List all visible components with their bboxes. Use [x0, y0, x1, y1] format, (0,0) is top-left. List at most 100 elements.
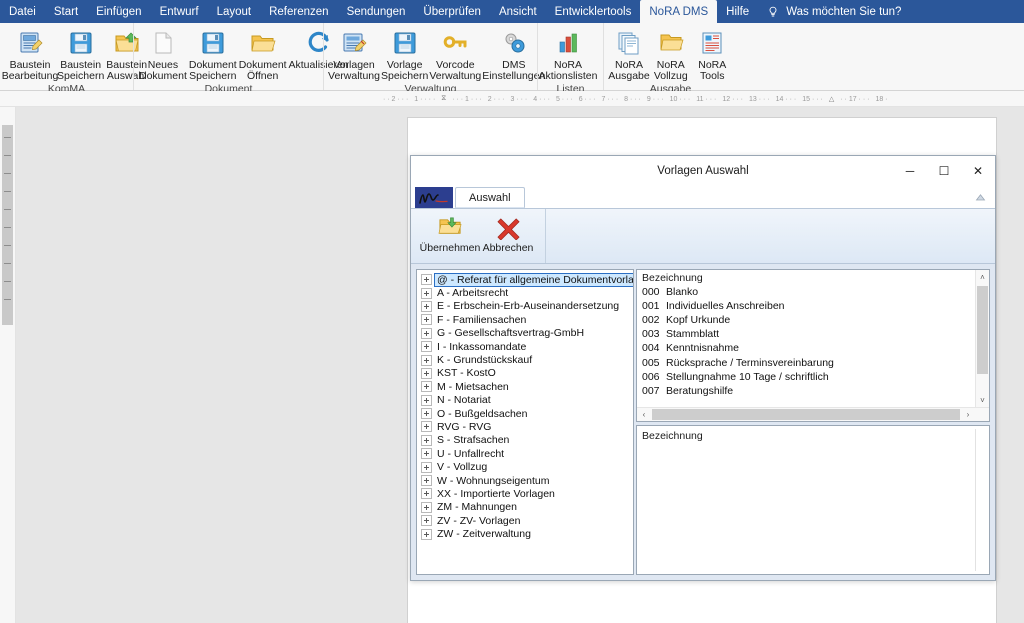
uebernehmen-button[interactable]: Übernehmen	[420, 213, 480, 254]
scroll-left-icon[interactable]: ‹	[637, 410, 651, 419]
expand-icon[interactable]	[421, 501, 432, 513]
menu-tab-hilfe[interactable]: Hilfe	[717, 0, 758, 23]
menu-tab-entwicklertools[interactable]: Entwicklertools	[546, 0, 641, 23]
ribbon-button-dokument-oeffnen[interactable]: Dokument Öffnen	[238, 26, 288, 82]
list-item[interactable]: 001 Individuelles Anschreiben	[637, 299, 989, 313]
list-item[interactable]: 000 Blanko	[637, 285, 989, 299]
template-detail-panel[interactable]: Bezeichnung	[636, 425, 990, 575]
expand-icon[interactable]	[421, 461, 432, 473]
template-category-tree[interactable]: @ - Referat für allgemeine Dokumentvorla…	[416, 269, 634, 575]
menu-tab-ueberpruefen[interactable]: Überprüfen	[414, 0, 490, 23]
expand-icon[interactable]	[421, 300, 432, 312]
list-item[interactable]: 004 Kenntnisnahme	[637, 341, 989, 355]
expand-icon[interactable]	[421, 421, 432, 433]
list-column-header[interactable]: Bezeichnung	[637, 270, 989, 285]
list-item[interactable]: 006 Stellungnahme 10 Tage / schriftlich	[637, 370, 989, 384]
vertical-ruler[interactable]	[0, 107, 16, 623]
tree-node[interactable]: M - Mietsachen	[421, 380, 633, 393]
tell-me-box[interactable]: Was möchten Sie tun?	[758, 0, 910, 23]
ribbon-button-nora-aktionslisten[interactable]: NoRA Aktionslisten	[539, 26, 597, 82]
expand-icon[interactable]	[421, 327, 432, 339]
expand-icon[interactable]	[421, 434, 432, 446]
tree-node[interactable]: W - Wohnungseigentum	[421, 474, 633, 487]
horizontal-ruler[interactable]: · · 2 · · · 1 · · · · ⧖ · · · 1 · · · 2 …	[0, 91, 1024, 107]
ribbon-button-vorlage-speichern[interactable]: Vorlage Speichern	[380, 26, 429, 82]
ribbon-button-dokument-speichern[interactable]: Dokument Speichern	[188, 26, 238, 82]
ribbon-button-nora-ausgabe[interactable]: NoRA Ausgabe	[608, 26, 650, 82]
tree-node[interactable]: K - Grundstückskauf	[421, 353, 633, 366]
tree-node[interactable]: F - Familiensachen	[421, 313, 633, 326]
ribbon-button-baustein-bearbeitung[interactable]: Baustein Bearbeitung	[2, 26, 58, 82]
tree-node[interactable]: ZM - Mahnungen	[421, 501, 633, 514]
menu-tab-entwurf[interactable]: Entwurf	[151, 0, 208, 23]
menu-tab-referenzen[interactable]: Referenzen	[260, 0, 337, 23]
ribbon-button-vorcode-verwaltung[interactable]: Vorcode Verwaltung	[429, 26, 481, 82]
tree-node[interactable]: A - Arbeitsrecht	[421, 286, 633, 299]
tree-node[interactable]: N - Notariat	[421, 394, 633, 407]
list-item[interactable]: 002 Kopf Urkunde	[637, 313, 989, 327]
expand-icon[interactable]	[421, 367, 432, 379]
scroll-down-icon[interactable]: ˅	[976, 393, 989, 407]
tree-node[interactable]: KST - KostO	[421, 367, 633, 380]
expand-icon[interactable]	[421, 274, 432, 286]
ribbon-button-vorlagen-verwaltung[interactable]: Vorlagen Verwaltung	[328, 26, 380, 82]
detail-column-header[interactable]: Bezeichnung	[637, 426, 989, 442]
tree-node[interactable]: @ - Referat für allgemeine Dokumentvorla…	[421, 272, 633, 287]
menu-tab-datei[interactable]: Datei	[0, 0, 45, 23]
tree-node[interactable]: G - Gesellschaftsvertrag-GmbH	[421, 327, 633, 340]
ruler-tick: 2 · · ·	[487, 95, 505, 103]
expand-icon[interactable]	[421, 448, 432, 460]
ruler-tick: 14 · · ·	[775, 95, 797, 103]
right-indent-marker-icon[interactable]: △	[826, 95, 837, 103]
tree-node[interactable]: V - Vollzug	[421, 460, 633, 473]
expand-icon[interactable]	[421, 515, 432, 527]
abbrechen-button[interactable]: Abbrechen	[479, 213, 537, 254]
horizontal-scroll-thumb[interactable]	[652, 409, 960, 420]
ribbon-button-nora-vollzug[interactable]: NoRA Vollzug	[650, 26, 692, 82]
list-horizontal-scrollbar[interactable]: ‹ ›	[637, 407, 989, 421]
ribbon-button-neues-dokument[interactable]: Neues Dokument	[138, 26, 188, 82]
tree-node[interactable]: S - Strafsachen	[421, 434, 633, 447]
expand-icon[interactable]	[421, 488, 432, 500]
menu-tab-einfuegen[interactable]: Einfügen	[87, 0, 150, 23]
ribbon-button-nora-tools[interactable]: NoRA Tools	[692, 26, 734, 82]
expand-icon[interactable]	[421, 528, 432, 540]
vertical-scroll-thumb[interactable]	[977, 286, 988, 374]
list-vertical-scrollbar[interactable]: ˄ ˅	[975, 270, 989, 407]
expand-icon[interactable]	[421, 475, 432, 487]
tree-node[interactable]: E - Erbschein-Erb-Auseinandersetzung	[421, 300, 633, 313]
menu-tab-start[interactable]: Start	[45, 0, 87, 23]
list-item[interactable]: 007 Beratungshilfe	[637, 384, 989, 398]
tree-node[interactable]: ZW - Zeitverwaltung	[421, 527, 633, 540]
list-item[interactable]: 005 Rücksprache / Terminsvereinbarung	[637, 355, 989, 369]
expand-icon[interactable]	[421, 394, 432, 406]
scroll-right-icon[interactable]: ›	[961, 410, 975, 419]
dialog-title-bar[interactable]: Vorlagen Auswahl ─ ☐ ✕	[411, 156, 995, 186]
scroll-up-icon[interactable]: ˄	[976, 270, 989, 284]
tree-node[interactable]: ZV - ZV- Vorlagen	[421, 514, 633, 527]
indent-marker-icon[interactable]: ⧖	[438, 95, 449, 103]
menu-tab-sendungen[interactable]: Sendungen	[338, 0, 415, 23]
expand-icon[interactable]	[421, 314, 432, 326]
tree-node[interactable]: I - Inkassomandate	[421, 340, 633, 353]
template-list[interactable]: Bezeichnung 000 Blanko 001 Individuelles A…	[636, 269, 990, 422]
menu-tab-nora-dms[interactable]: NoRA DMS	[640, 0, 718, 23]
expand-icon[interactable]	[421, 408, 432, 420]
list-item-number: 000	[642, 286, 660, 299]
tree-node[interactable]: XX - Importierte Vorlagen	[421, 487, 633, 500]
tree-node[interactable]: O - Bußgeldsachen	[421, 407, 633, 420]
list-item[interactable]: 003 Stammblatt	[637, 327, 989, 341]
tree-node[interactable]: U - Unfallrecht	[421, 447, 633, 460]
tree-node[interactable]: RVG - RVG	[421, 420, 633, 433]
list-item-number: 005	[642, 356, 660, 369]
expand-icon[interactable]	[421, 341, 432, 353]
menu-tab-ansicht[interactable]: Ansicht	[490, 0, 546, 23]
tab-auswahl[interactable]: Auswahl	[455, 187, 525, 208]
ribbon-button-baustein-speichern[interactable]: Baustein Speichern	[56, 26, 105, 82]
menu-tab-layout[interactable]: Layout	[208, 0, 261, 23]
help-collapse-icon[interactable]	[969, 187, 991, 208]
expand-icon[interactable]	[421, 287, 432, 299]
expand-icon[interactable]	[421, 354, 432, 366]
nora-logo-icon[interactable]	[415, 187, 453, 208]
expand-icon[interactable]	[421, 381, 432, 393]
